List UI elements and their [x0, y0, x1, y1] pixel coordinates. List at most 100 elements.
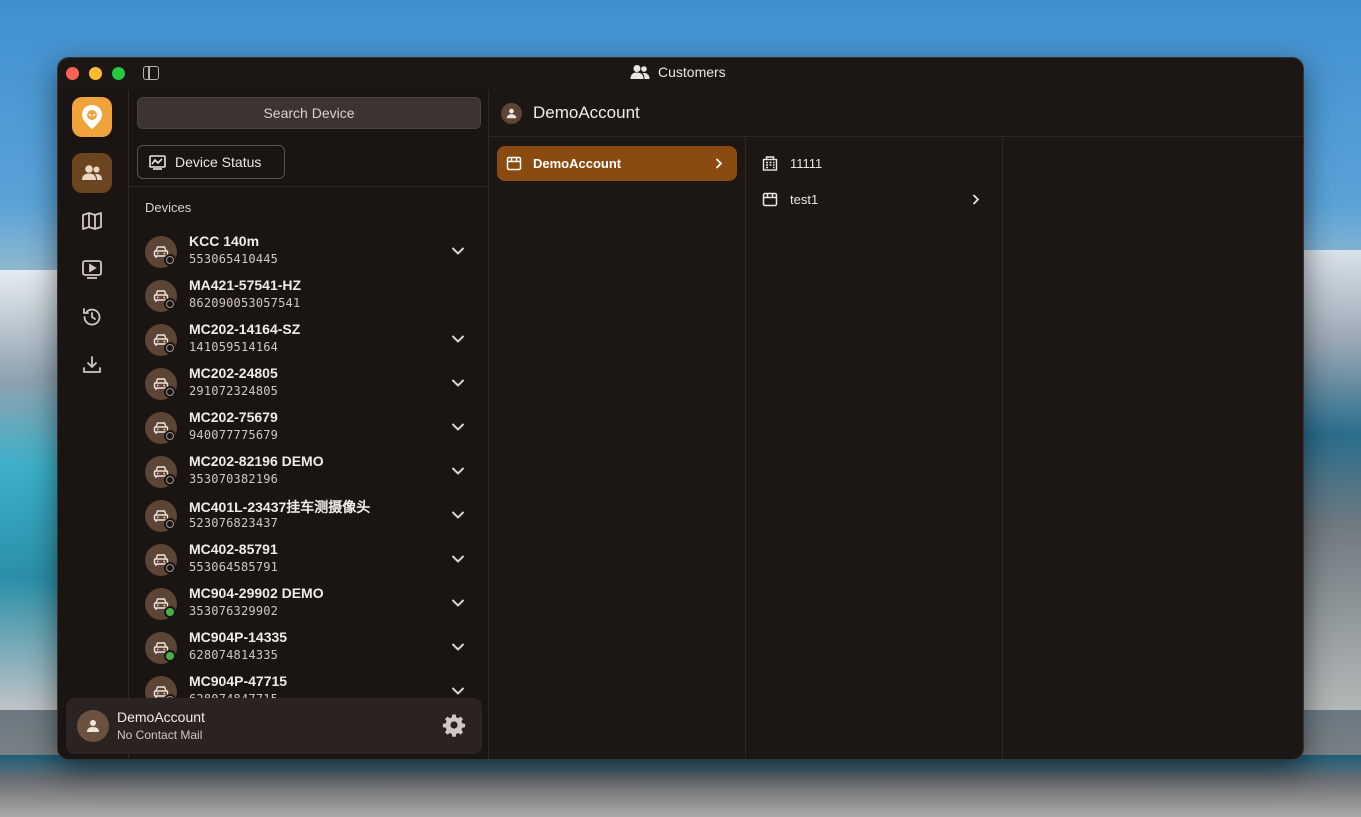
avatar	[501, 103, 522, 124]
tree-item-test1[interactable]: test1	[762, 188, 987, 212]
device-name: MC904-29902 DEMO	[189, 585, 324, 601]
device-row[interactable]: MC401L-23437挂车测摄像头 523076823437	[129, 494, 488, 538]
device-row[interactable]: MC202-24805 291072324805	[129, 362, 488, 406]
device-id: 940077775679	[189, 428, 279, 442]
status-dot	[164, 474, 176, 486]
devices-heading: Devices	[145, 200, 192, 215]
divider	[129, 186, 488, 187]
device-name: MA421-57541-HZ	[189, 277, 302, 293]
people-icon	[630, 65, 650, 79]
status-dot	[164, 430, 176, 442]
chevron-down-icon[interactable]	[449, 552, 467, 566]
tree-item-label: 11111	[790, 156, 823, 171]
wallpaper-bottom	[0, 755, 1361, 817]
minimize-window-button[interactable]	[89, 67, 102, 80]
status-dot	[164, 298, 176, 310]
store-icon	[506, 156, 522, 171]
tree-item-demoaccount[interactable]: DemoAccount	[497, 146, 737, 181]
window-title-text: Customers	[658, 64, 726, 80]
monitor-chart-icon	[149, 154, 166, 170]
device-name: MC202-82196 DEMO	[189, 453, 324, 469]
device-status-button[interactable]: Device Status	[137, 145, 285, 179]
tree-item-11111[interactable]: 11111	[762, 152, 987, 176]
device-id: 553064585791	[189, 560, 279, 574]
nav-rail	[58, 90, 129, 759]
device-row[interactable]: MC202-75679 940077775679	[129, 406, 488, 450]
building-icon	[762, 156, 778, 171]
device-row[interactable]: MC904P-47715628074847715	[129, 670, 488, 698]
device-row[interactable]: KCC 140m 553065410445	[129, 230, 488, 274]
device-row[interactable]: MC202-82196 DEMO 353070382196	[129, 450, 488, 494]
main-header: DemoAccount	[490, 90, 1303, 137]
device-row[interactable]: MA421-57541-HZ 862090053057541	[129, 274, 488, 318]
device-id: 291072324805	[189, 384, 279, 398]
device-id: 141059514164	[189, 340, 279, 354]
device-name: KCC 140m	[189, 233, 260, 249]
device-name: MC202-24805	[189, 365, 278, 381]
device-row[interactable]: MC904P-14335 628074814335	[129, 626, 488, 670]
chevron-down-icon[interactable]	[449, 640, 467, 654]
app-logo	[72, 97, 112, 137]
account-card[interactable]: DemoAccount No Contact Mail	[66, 698, 482, 754]
device-id: 353070382196	[189, 472, 279, 486]
status-dot	[164, 386, 176, 398]
download-icon	[83, 356, 101, 373]
device-row[interactable]: MC402-85791 553064585791	[129, 538, 488, 582]
chevron-down-icon[interactable]	[449, 244, 467, 258]
wallpaper-left	[0, 270, 60, 710]
chevron-down-icon[interactable]	[449, 684, 467, 698]
status-dot	[164, 254, 176, 266]
hierarchy-column-2: 11111 test1	[746, 138, 1003, 759]
device-name: MC402-85791	[189, 541, 278, 557]
chevron-down-icon[interactable]	[449, 464, 467, 478]
chevron-down-icon[interactable]	[449, 420, 467, 434]
account-mail: No Contact Mail	[117, 728, 203, 742]
device-id: 523076823437	[189, 516, 279, 530]
chevron-down-icon[interactable]	[449, 376, 467, 390]
close-window-button[interactable]	[66, 67, 79, 80]
zoom-window-button[interactable]	[112, 67, 125, 80]
chevron-down-icon[interactable]	[449, 332, 467, 346]
device-id: 553065410445	[189, 252, 279, 266]
status-dot	[164, 606, 176, 618]
window-title: Customers	[630, 64, 726, 80]
chevron-right-icon	[973, 194, 980, 205]
device-name: MC904P-14335	[189, 629, 288, 645]
device-name: MC401L-23437挂车测摄像头	[189, 499, 371, 515]
rail-playback-button[interactable]	[72, 249, 112, 289]
sidebar-toggle-icon[interactable]	[143, 66, 159, 80]
status-dot	[164, 650, 176, 662]
location-pin-logo-icon	[82, 105, 102, 129]
search-device-button[interactable]: Search Device	[137, 97, 481, 129]
chevron-down-icon[interactable]	[449, 508, 467, 522]
device-id: 353076329902	[189, 604, 279, 618]
wallpaper-right	[1300, 250, 1361, 710]
device-id: 628074814335	[189, 648, 279, 662]
device-row[interactable]: MC202-14164-SZ 141059514164	[129, 318, 488, 362]
people-icon	[82, 165, 102, 180]
device-name: MC904P-47715	[189, 673, 288, 689]
person-icon	[87, 720, 99, 732]
device-status-label: Device Status	[175, 154, 262, 170]
account-name: DemoAccount	[117, 709, 205, 725]
device-name: MC202-75679	[189, 409, 278, 425]
app-window: Customers Search Device Device Status De…	[57, 57, 1304, 760]
rail-download-button[interactable]	[72, 345, 112, 385]
rail-customers-button[interactable]	[72, 153, 112, 193]
status-dot	[164, 518, 176, 530]
hierarchy-column-3	[1003, 138, 1303, 759]
status-dot	[164, 562, 176, 574]
chevron-down-icon[interactable]	[449, 596, 467, 610]
gear-icon[interactable]	[442, 713, 466, 737]
device-row[interactable]: MC904-29902 DEMO 353076329902	[129, 582, 488, 626]
person-icon	[506, 108, 517, 119]
device-name: MC202-14164-SZ	[189, 321, 301, 337]
rail-map-button[interactable]	[72, 201, 112, 241]
device-id: 862090053057541	[189, 296, 301, 310]
history-icon	[83, 308, 101, 326]
device-list: KCC 140m 553065410445 MA421-57541-HZ 862090…	[129, 230, 488, 698]
play-screen-icon	[82, 260, 102, 279]
rail-history-button[interactable]	[72, 297, 112, 337]
page-title: DemoAccount	[533, 103, 640, 122]
status-dot	[164, 342, 176, 354]
